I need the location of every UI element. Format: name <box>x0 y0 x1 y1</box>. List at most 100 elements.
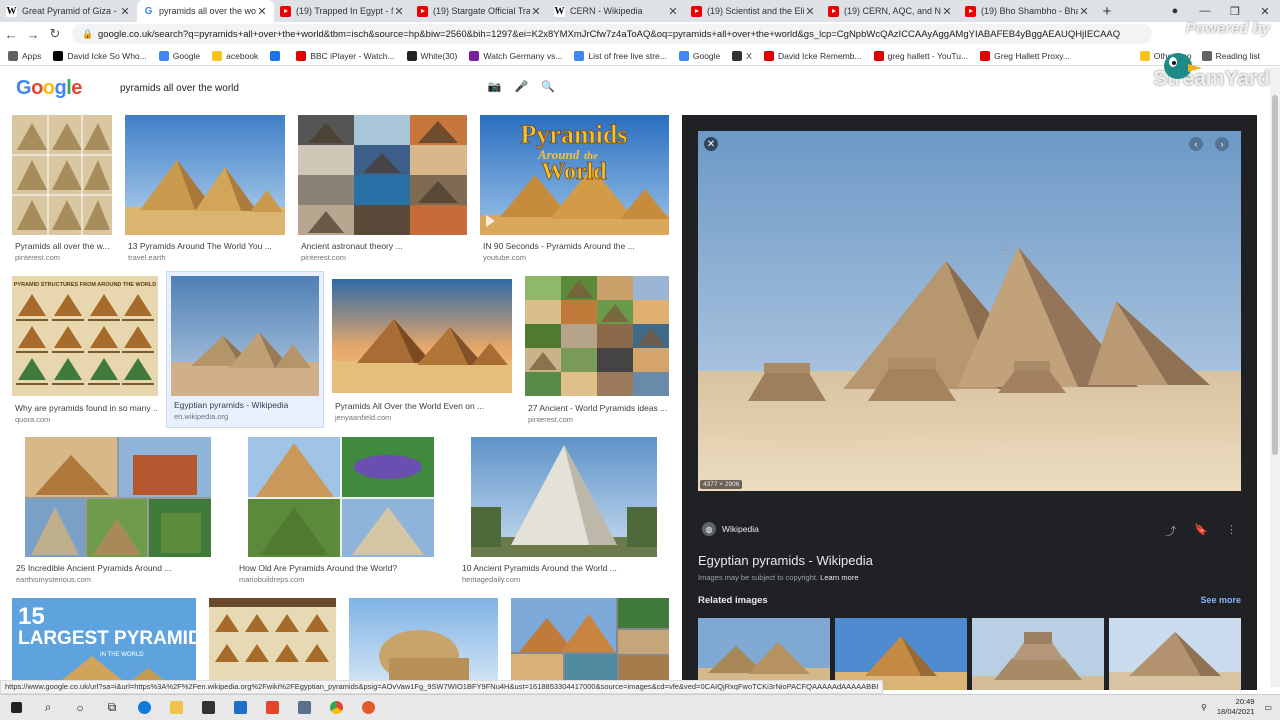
bookmark[interactable]: acebook <box>212 50 258 61</box>
browser-tab[interactable]: W Great Pyramid of Giza - Wi ✕ <box>0 0 137 22</box>
browser-tab[interactable]: (19) Stargate Official Traile ✕ <box>411 0 548 22</box>
back-icon[interactable]: ← <box>0 27 22 42</box>
close-icon[interactable]: ✕ <box>941 5 953 18</box>
bookmark[interactable]: Google <box>678 50 720 61</box>
edge-icon[interactable] <box>128 695 160 720</box>
bookmark[interactable]: BBC iPlayer - Watch... <box>296 50 395 61</box>
address-bar[interactable]: 🔒 google.co.uk/search?q=pyramids+all+ove… <box>72 24 1152 44</box>
search-icon[interactable]: 🔍 <box>541 80 555 93</box>
share-icon[interactable]: ⤴ <box>1165 523 1176 539</box>
app-icon[interactable] <box>288 695 320 720</box>
image-result[interactable] <box>209 598 336 688</box>
mail-icon[interactable] <box>224 695 256 720</box>
hand-cursor-icon: ☝ <box>1000 242 1008 256</box>
image-result[interactable] <box>349 598 498 688</box>
camera-icon[interactable]: 📷 <box>488 80 502 93</box>
see-more-link[interactable]: See more <box>1200 595 1241 605</box>
image-result-selected[interactable]: Egyptian pyramids - Wikipedia en.wikiped… <box>166 271 324 428</box>
next-image-icon[interactable]: › <box>1215 137 1229 151</box>
image-result[interactable]: Ancient astronaut theory ... pinterest.c… <box>298 115 467 262</box>
save-bookmark-icon[interactable]: 🔖 <box>1194 523 1208 539</box>
task-view-icon[interactable]: ⧉ <box>96 695 128 720</box>
image-result[interactable] <box>511 598 669 688</box>
image-result[interactable]: PYRAMID STRUCTURES FROM AROUND THE WORLD… <box>12 276 158 426</box>
window-controls: ● — ❐ ✕ <box>1160 0 1280 22</box>
image-result[interactable]: Pyramids all over the w... pinterest.com <box>12 115 112 262</box>
reading-list[interactable]: Reading list <box>1201 51 1260 61</box>
image-result[interactable]: Pyramids Around the World IN 90 Seconds … <box>480 115 669 262</box>
related-image[interactable] <box>972 618 1104 690</box>
network-icon[interactable]: ⚲ <box>1201 703 1207 712</box>
windows-start-icon[interactable] <box>0 695 32 720</box>
image-result[interactable]: 25 Incredible Ancient Pyramids Around ..… <box>16 437 211 584</box>
learn-more-link[interactable]: Learn more <box>820 573 858 582</box>
bookmark-icon <box>732 50 743 61</box>
image-result[interactable]: 27 Ancient - World Pyramids ideas ... pi… <box>525 276 669 426</box>
scrollbar-thumb[interactable] <box>1272 95 1278 455</box>
bookmark[interactable]: Google <box>158 50 200 61</box>
browser-tab[interactable]: (19) Scientist and the Elite ✕ <box>685 0 822 22</box>
image-result[interactable]: How Old Are Pyramids Around the World? m… <box>239 437 434 584</box>
app-icon[interactable] <box>352 695 384 720</box>
profile-icon[interactable]: ● <box>1160 5 1190 17</box>
cortana-icon[interactable]: ○ <box>64 695 96 720</box>
bookmark[interactable]: greg hallett - YouTu... <box>873 50 968 61</box>
previous-image-icon[interactable]: ‹ <box>1189 137 1203 151</box>
new-tab-button[interactable]: + <box>1096 0 1118 22</box>
bookmark[interactable]: List of free live stre... <box>574 50 667 61</box>
other-bookmarks[interactable]: Other boo <box>1139 51 1192 61</box>
store-icon[interactable] <box>192 695 224 720</box>
preview-image[interactable] <box>698 131 1241 491</box>
browser-tab[interactable]: W CERN - Wikipedia ✕ <box>548 0 685 22</box>
folder-icon <box>212 50 223 61</box>
image-result[interactable]: 10 Ancient Pyramids Around the World ...… <box>462 437 657 584</box>
close-preview-icon[interactable]: ✕ <box>704 137 718 151</box>
image-result[interactable]: 15 LARGEST PYRAMIDS IN THE WORLD <box>12 598 196 688</box>
close-icon[interactable]: ✕ <box>256 5 268 18</box>
search-input[interactable]: pyramids all over the world 📷 🎤 🔍 <box>110 74 565 102</box>
preview-title[interactable]: Egyptian pyramids - Wikipedia <box>698 553 873 568</box>
bookmark[interactable]: X <box>732 50 752 61</box>
close-icon[interactable]: ✕ <box>393 5 405 18</box>
image-result[interactable]: 13 Pyramids Around The World You ... tra… <box>125 115 285 262</box>
browser-tab[interactable]: (19) Trapped In Egypt - No ✕ <box>274 0 411 22</box>
close-icon[interactable]: ✕ <box>1078 5 1090 18</box>
google-logo[interactable]: Google <box>16 77 82 100</box>
related-image[interactable] <box>1109 618 1241 690</box>
browser-tab[interactable]: (19) CERN, AQC, and New✕ <box>822 0 959 22</box>
clock[interactable]: 20:49 18/04/2021 <box>1217 697 1255 717</box>
browser-tab[interactable]: (19) Bho Shambho - Bhar ✕ <box>959 0 1096 22</box>
bookmark[interactable]: Greg Hallett Proxy... <box>980 50 1070 61</box>
more-options-icon[interactable]: ⋮ <box>1226 523 1237 539</box>
office-icon[interactable] <box>256 695 288 720</box>
tab-title: (19) Trapped In Egypt - No <box>296 6 393 16</box>
search-icon[interactable]: ⌕ <box>32 695 64 720</box>
chrome-icon[interactable] <box>320 695 352 720</box>
bookmark-icon <box>53 50 64 61</box>
file-explorer-icon[interactable] <box>160 695 192 720</box>
notifications-icon[interactable]: ▭ <box>1264 703 1272 712</box>
browser-tab-active[interactable]: Gpyramids all over the worl ✕ <box>137 0 274 22</box>
restore-icon[interactable]: ❐ <box>1220 5 1250 18</box>
youtube-icon <box>763 50 774 61</box>
bookmark[interactable]: David Icke So Who... <box>53 50 147 61</box>
related-images-heading: Related images <box>698 595 768 606</box>
bookmark[interactable] <box>270 50 284 61</box>
image-result[interactable]: Pyramids All Over the World Even on ... … <box>332 279 512 424</box>
bookmark-apps[interactable]: Apps <box>8 50 41 61</box>
source-badge[interactable]: ◍ Wikipedia <box>702 522 759 536</box>
bookmark[interactable]: Watch Germany vs... <box>469 50 562 61</box>
bookmark[interactable]: White(30) <box>406 50 457 61</box>
page-scrollbar[interactable] <box>1270 67 1280 687</box>
close-icon[interactable]: ✕ <box>119 5 131 18</box>
close-icon[interactable]: ✕ <box>804 5 816 18</box>
minimize-icon[interactable]: — <box>1190 5 1220 17</box>
lock-icon: 🔒 <box>82 28 94 39</box>
close-icon[interactable]: ✕ <box>530 5 542 18</box>
reload-icon[interactable]: ↻ <box>44 26 66 42</box>
bookmark[interactable]: David Icke Rememb... <box>763 50 862 61</box>
forward-icon[interactable]: → <box>22 27 44 42</box>
close-icon[interactable]: ✕ <box>667 5 679 18</box>
close-window-icon[interactable]: ✕ <box>1250 5 1280 18</box>
microphone-icon[interactable]: 🎤 <box>515 80 529 93</box>
